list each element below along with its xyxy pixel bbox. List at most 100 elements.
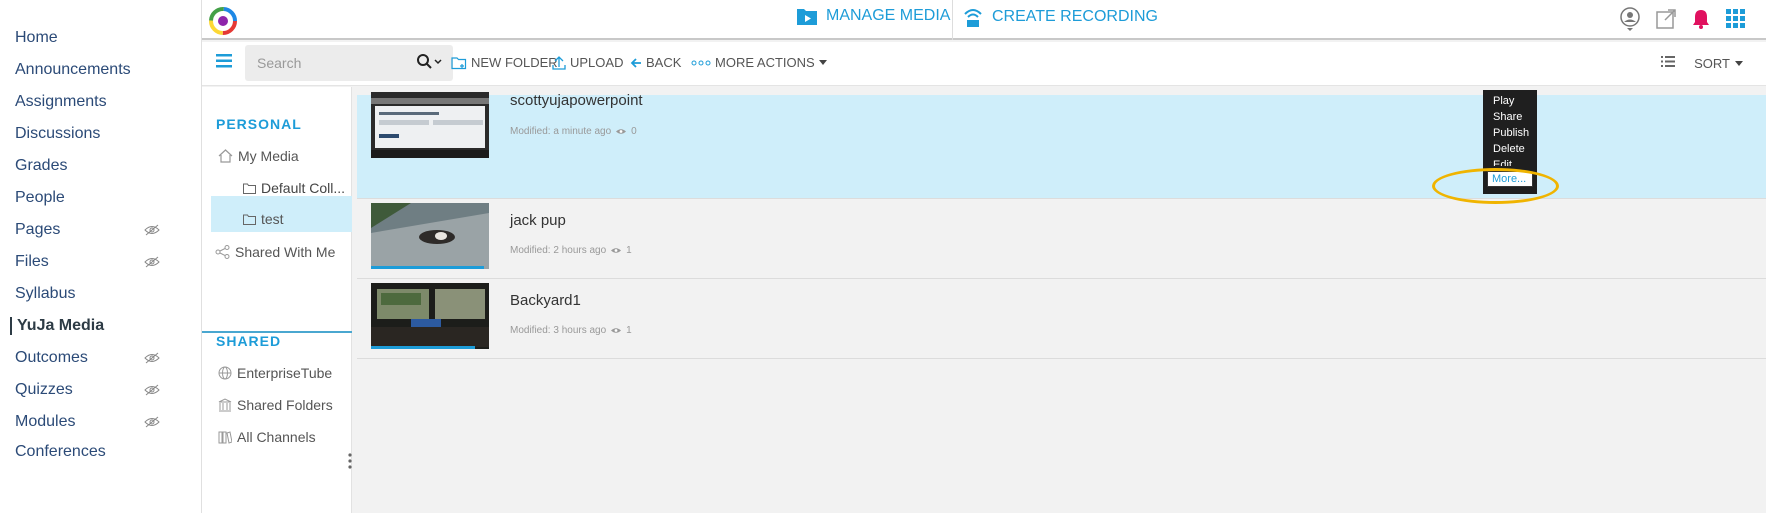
folder-tree: PERSONAL My Media Default Coll... test S… <box>202 87 352 513</box>
yuja-app: MANAGE MEDIA CREATE RECORDING Search NEW… <box>201 0 1766 513</box>
tree-label: EnterpriseTube <box>237 365 333 381</box>
media-row[interactable]: Backyard1 Modified: 3 hours ago 1 <box>357 279 1766 359</box>
building-icon <box>218 398 232 412</box>
menu-item-share[interactable]: Share <box>1493 111 1522 123</box>
course-nav-home[interactable]: Home <box>15 29 160 47</box>
search-input[interactable]: Search <box>245 45 453 81</box>
course-nav-discussions[interactable]: Discussions <box>15 125 160 143</box>
menu-item-play[interactable]: Play <box>1493 95 1514 107</box>
top-icons <box>1619 7 1747 31</box>
tree-item-my-media[interactable]: My Media <box>218 148 299 164</box>
media-thumbnail[interactable] <box>371 92 489 158</box>
tree-item-enterprisetube[interactable]: EnterpriseTube <box>218 365 332 381</box>
menu-item-edit[interactable]: Edit <box>1493 159 1512 166</box>
course-nav-files[interactable]: Files <box>15 253 160 271</box>
course-nav-conferences[interactable]: Conferences <box>15 443 160 461</box>
upload-button[interactable]: UPLOAD <box>552 55 623 70</box>
notification-bell-icon[interactable] <box>1691 8 1711 30</box>
nav-label: People <box>15 189 65 206</box>
external-link-icon[interactable] <box>1655 8 1677 30</box>
more-dots-icon <box>691 60 711 65</box>
media-title[interactable]: jack pup <box>510 212 566 229</box>
list-view-icon[interactable] <box>1661 56 1675 67</box>
views-eye-icon <box>611 248 622 253</box>
new-folder-button[interactable]: NEW FOLDER <box>451 55 558 70</box>
course-nav-outcomes[interactable]: Outcomes <box>15 349 160 367</box>
nav-label: Announcements <box>15 61 131 78</box>
course-nav-announcements[interactable]: Announcements <box>15 61 160 79</box>
tree-item-default-collection[interactable]: Default Coll... <box>243 180 345 196</box>
media-row[interactable]: jack pup Modified: 2 hours ago 1 <box>357 199 1766 279</box>
create-recording-label: CREATE RECORDING <box>992 8 1158 25</box>
panel-resize-handle-icon[interactable] <box>348 453 352 469</box>
tree-label: Shared Folders <box>237 397 333 413</box>
nav-label: Assignments <box>15 93 107 110</box>
media-meta: Modified: a minute ago 0 <box>510 126 637 137</box>
create-recording-tab[interactable]: CREATE RECORDING <box>962 6 1158 28</box>
manage-media-label: MANAGE MEDIA <box>826 7 951 24</box>
caret-down-icon <box>818 60 827 65</box>
user-account-icon[interactable] <box>1619 7 1641 31</box>
course-nav-pages[interactable]: Pages <box>15 221 160 239</box>
hidden-eye-icon <box>144 384 160 396</box>
tree-label: Default Coll... <box>261 180 346 196</box>
course-nav-grades[interactable]: Grades <box>15 157 160 175</box>
manage-media-tab[interactable]: MANAGE MEDIA <box>796 6 950 26</box>
yuja-logo-icon <box>209 7 237 35</box>
home-icon <box>218 149 233 163</box>
course-nav-syllabus[interactable]: Syllabus <box>15 285 160 303</box>
back-arrow-icon <box>630 57 641 68</box>
apps-grid-icon[interactable] <box>1725 8 1747 30</box>
upload-label: UPLOAD <box>570 55 624 70</box>
media-thumbnail[interactable] <box>371 283 489 349</box>
course-nav-assignments[interactable]: Assignments <box>15 93 160 111</box>
hidden-eye-icon <box>144 416 160 428</box>
hamburger-menu-icon[interactable] <box>216 54 232 68</box>
media-title[interactable]: scottyujapowerpoint <box>510 92 643 109</box>
broadcast-icon <box>964 9 982 27</box>
nav-label: Discussions <box>15 125 101 142</box>
tree-item-shared-folders[interactable]: Shared Folders <box>218 397 333 413</box>
tree-item-test[interactable]: test <box>243 211 284 227</box>
highlight-annotation-oval <box>1432 168 1559 204</box>
menu-item-publish[interactable]: Publish <box>1493 127 1529 139</box>
course-nav-yuja-media[interactable]: YuJa Media <box>10 317 155 335</box>
views-eye-icon <box>611 328 622 333</box>
manage-media-icon <box>797 9 817 25</box>
back-label: BACK <box>646 55 682 70</box>
nav-label: Grades <box>15 157 68 174</box>
hidden-eye-icon <box>144 256 160 268</box>
tree-label: Shared With Me <box>235 244 336 260</box>
new-folder-label: NEW FOLDER <box>471 55 558 70</box>
divider <box>952 0 953 40</box>
course-nav-modules[interactable]: Modules <box>15 413 160 431</box>
back-button[interactable]: BACK <box>630 55 681 70</box>
view-count: 0 <box>631 126 637 137</box>
nav-label: YuJa Media <box>17 317 105 334</box>
course-nav-quizzes[interactable]: Quizzes <box>15 381 160 399</box>
media-title[interactable]: Backyard1 <box>510 292 581 309</box>
tree-label: My Media <box>238 148 299 164</box>
menu-item-delete[interactable]: Delete <box>1493 143 1525 155</box>
media-thumbnail[interactable] <box>371 203 489 269</box>
more-actions-button[interactable]: MORE ACTIONS <box>691 55 827 70</box>
toolbar: Search NEW FOLDER UPLOAD BACK MORE ACTIO… <box>202 42 1766 86</box>
personal-heading: PERSONAL <box>216 116 302 132</box>
nav-label: Conferences <box>15 443 106 460</box>
nav-label: Outcomes <box>15 349 88 366</box>
hidden-eye-icon <box>144 352 160 364</box>
tree-item-all-channels[interactable]: All Channels <box>218 429 316 445</box>
caret-down-icon <box>1735 61 1743 66</box>
sort-button[interactable]: SORT <box>1694 56 1743 71</box>
modified-text: Modified: 3 hours ago <box>510 325 607 336</box>
search-icon[interactable] <box>417 54 445 70</box>
course-nav-people[interactable]: People <box>15 189 160 207</box>
folder-icon <box>243 183 256 194</box>
tree-item-shared-with-me[interactable]: Shared With Me <box>215 244 335 260</box>
views-eye-icon <box>616 129 627 134</box>
more-actions-label: MORE ACTIONS <box>715 55 815 70</box>
new-folder-icon <box>451 56 467 69</box>
view-count: 1 <box>626 325 632 336</box>
media-meta: Modified: 2 hours ago 1 <box>510 245 632 256</box>
nav-label: Pages <box>15 221 61 238</box>
